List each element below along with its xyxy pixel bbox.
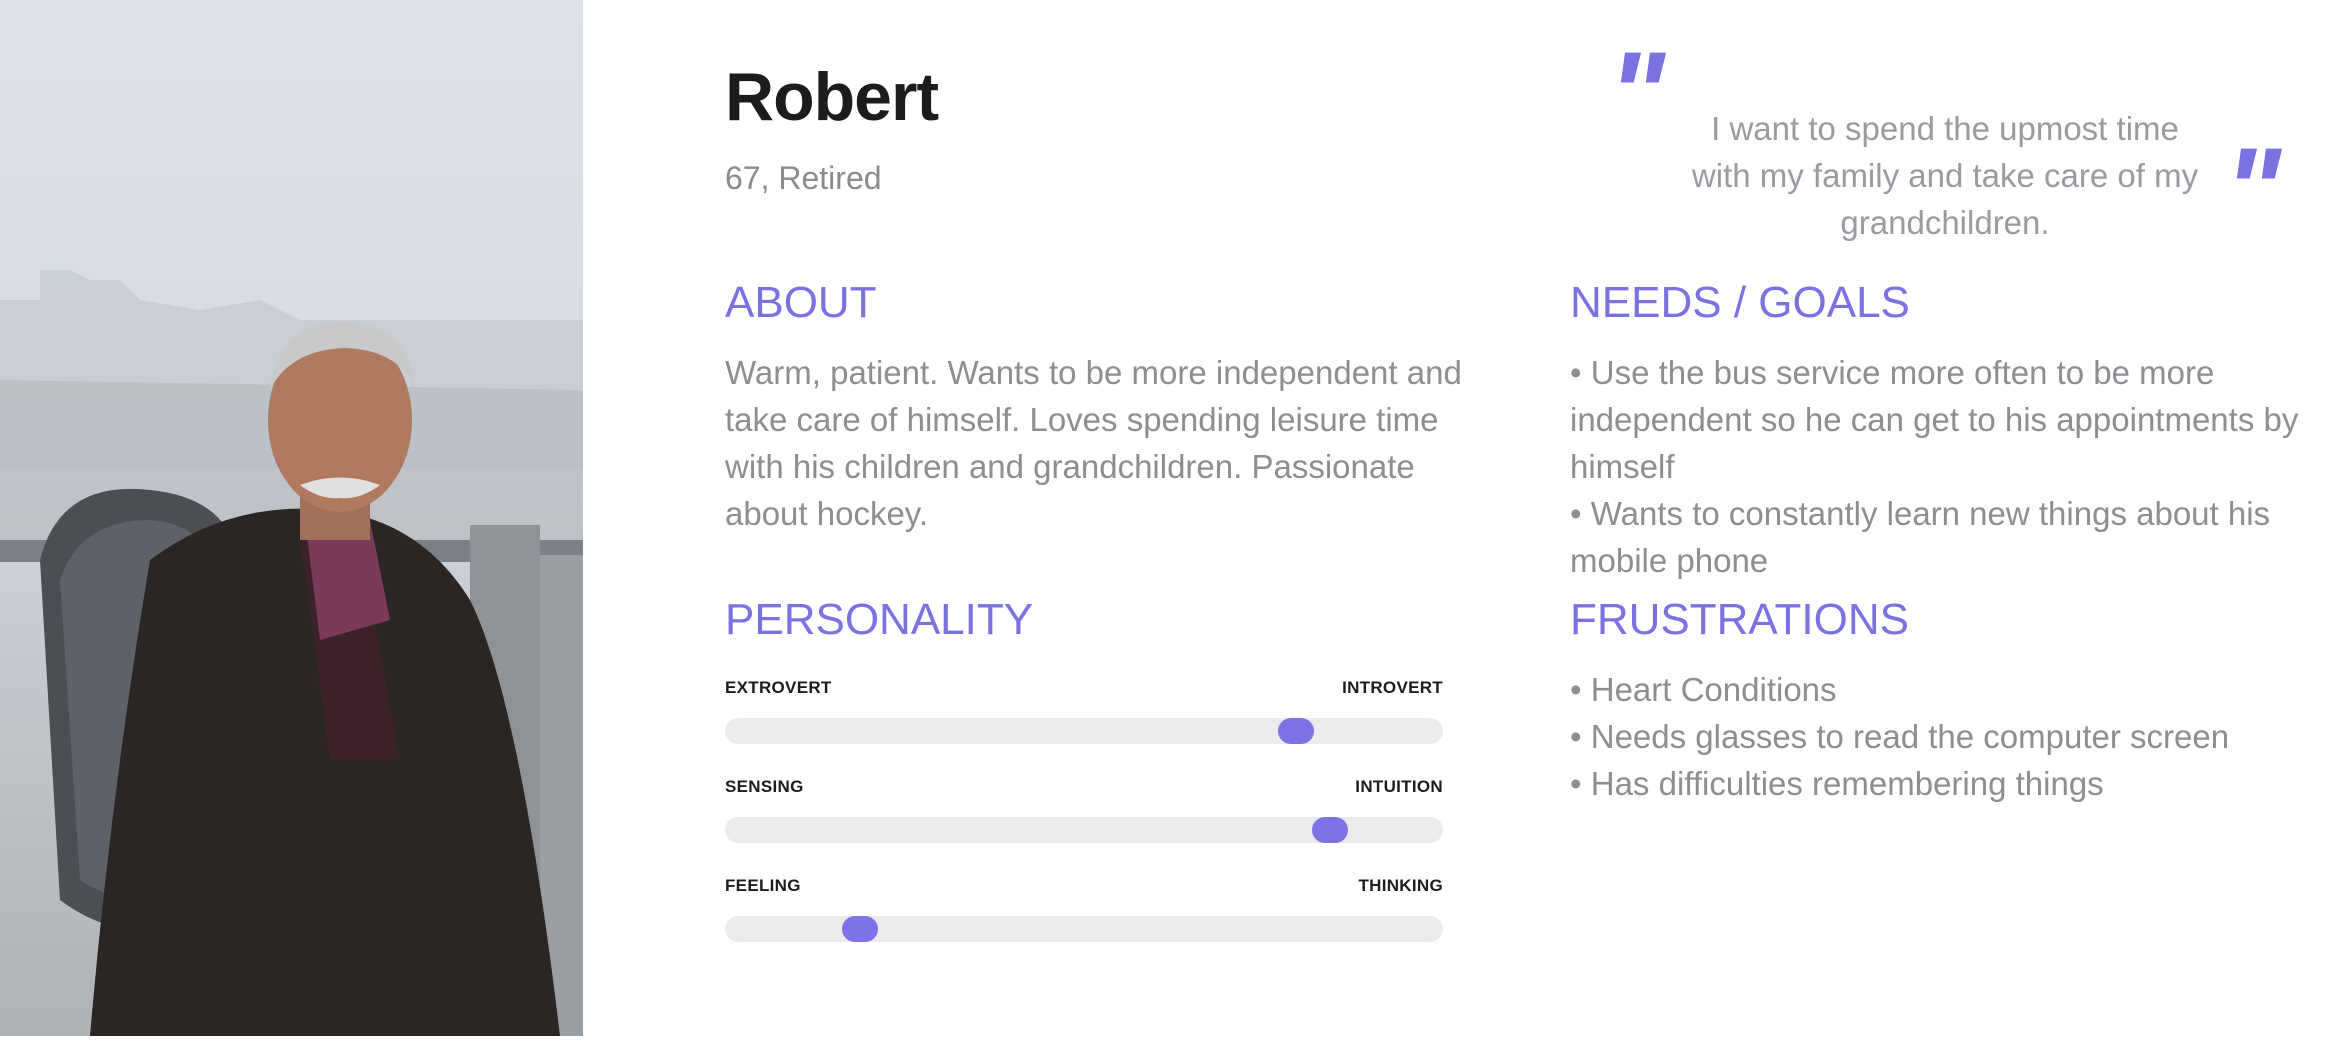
scale-left-label: SENSING [725,777,804,796]
about-heading: ABOUT [725,278,877,327]
scale-right-label: INTUITION [1355,777,1443,796]
scale-right-label: INTROVERT [1342,678,1443,697]
frustrations-heading: FRUSTRATIONS [1570,595,1909,644]
persona-occupation: Retired [778,160,882,196]
persona-quote: I want to spend the upmost time with my … [1691,110,2199,241]
scale-left-label: EXTROVERT [725,678,832,697]
persona-photo-illustration [0,270,583,1036]
persona-demographics: 67, Retired [725,160,882,197]
list-item: Use the bus service more often to be mor… [1570,349,2346,490]
close-quote-icon: " [2224,123,2281,257]
about-text: Warm, patient. Wants to be more independ… [725,354,1462,532]
sensing-intuition-slider [725,817,1443,843]
needs-heading: NEEDS / GOALS [1570,278,1910,327]
slider-knob [841,916,878,942]
list-item: Wants to constantly learn new things abo… [1570,490,2346,584]
list-item: Needs glasses to read the computer scree… [1570,713,2346,760]
slider-knob [1277,718,1314,744]
persona-age: 67, [725,160,770,196]
personality-heading: PERSONALITY [725,595,1034,644]
scale-right-label: THINKING [1358,876,1443,895]
scale-left-label: FEELING [725,876,801,895]
persona-name: Robert [725,59,939,135]
feeling-thinking-slider [725,916,1443,942]
slider-knob [1312,817,1349,843]
frustrations-list: Heart Conditions Needs glasses to read t… [1570,666,2346,807]
list-item: Heart Conditions [1570,666,2346,713]
extrovert-introvert-slider [725,718,1443,744]
list-item: Has difficulties remembering things [1570,760,2346,807]
needs-list: Use the bus service more often to be mor… [1570,349,2346,584]
open-quote-icon: " [1608,27,1665,161]
persona-photo [0,0,583,1036]
